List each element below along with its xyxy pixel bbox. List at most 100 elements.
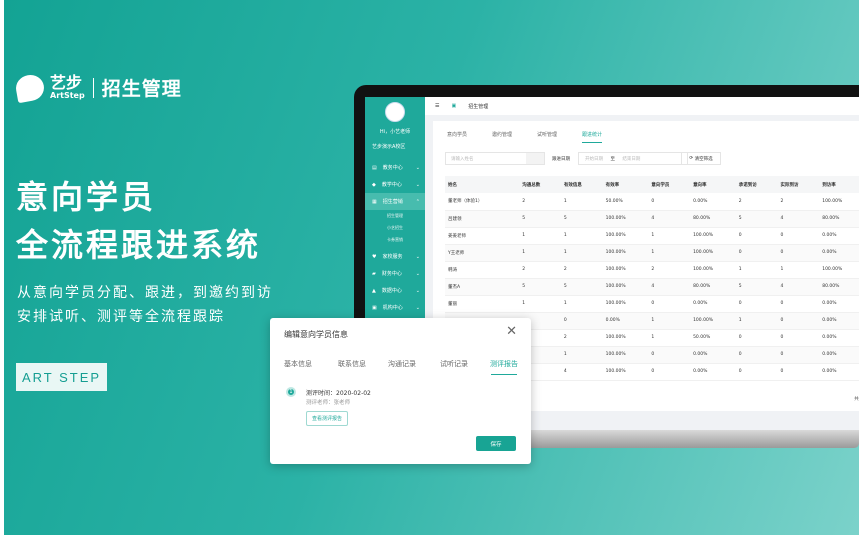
art-step-button[interactable]: ART STEP (16, 363, 107, 391)
sidebar-item[interactable]: ▰ 财务中心 ⌄ (365, 265, 425, 282)
menu-toggle-icon[interactable]: ☰ (435, 103, 439, 109)
date-range-input[interactable]: 开始日期 至 结束日期 (578, 152, 688, 165)
tab[interactable]: 邀约管理 (492, 131, 512, 138)
sidebar-item[interactable]: ◆ 教学中心 ⌄ (365, 176, 425, 193)
sidebar-item[interactable]: ▤ 教务中心 ⌄ (365, 159, 425, 176)
modal-tab[interactable]: 联系信息 (338, 359, 366, 369)
column-header[interactable]: 意向学员 (648, 176, 691, 193)
chevron-down-icon: ⌄ (415, 270, 420, 277)
table-cell: 0 (777, 346, 820, 364)
table-cell: 5 (735, 278, 778, 296)
org-icon: ▣ (372, 304, 377, 311)
hero-line1: 意向学员 (16, 178, 157, 216)
sidebar-item-label: 招生营销 (382, 199, 403, 205)
tab[interactable]: 意向学员 (447, 131, 467, 138)
desc-line1: 从意向学员分配、跟进，到邀约到访 (17, 285, 273, 301)
table-cell: 1 (648, 312, 691, 330)
table-cell: 100.00% (602, 295, 649, 313)
sidebar-item-label: 家校服务 (382, 254, 403, 260)
pagination-total: 共 5 (854, 397, 859, 402)
brand-cn: 艺步 (50, 73, 83, 92)
table-cell: 0.00% (819, 227, 859, 245)
sidebar-item[interactable]: ▣ 机构中心 ⌄ (365, 299, 425, 316)
table-cell: 100.00% (602, 261, 649, 279)
table-row[interactable]: 韩涛 2 2 100.00% 2 100.00% 1 1 100.00% (445, 261, 859, 279)
column-header[interactable]: 意向率 (690, 176, 736, 193)
table-cell: 1 (519, 244, 561, 262)
wallet-icon: ▰ (372, 270, 376, 277)
brand-en: ArtStep (50, 91, 85, 100)
sidebar-subitem[interactable]: 小艺招生 (387, 225, 403, 231)
clear-filter-button[interactable]: ⟳ 清空筛选 (681, 152, 721, 165)
top-bar: ☰ ▣ 招生管理 (425, 97, 859, 115)
table-cell: 1 (648, 329, 691, 347)
eval-teacher: 测评老师：张老师 (306, 400, 351, 406)
table-cell: 80.00% (819, 210, 859, 228)
column-header[interactable]: 有效率 (602, 176, 649, 193)
table-cell: 100.00% (602, 210, 649, 228)
table-row[interactable]: Y王老师 1 1 100.00% 1 100.00% 0 0 0.00% (445, 244, 859, 262)
tab[interactable]: 试听管理 (537, 131, 557, 138)
home-icon: ▣ (451, 103, 457, 109)
table-row[interactable]: 姜姜老师 1 1 100.00% 1 100.00% 0 0 0.00% (445, 227, 859, 245)
table-cell: 1 (735, 261, 778, 279)
table-cell: 0 (735, 227, 778, 245)
table-cell: 100.00% (602, 227, 649, 245)
sidebar-item-label: 教务中心 (382, 165, 403, 171)
table-cell: 0.00% (690, 363, 736, 381)
modal-tab[interactable]: 沟通记录 (388, 359, 416, 369)
campus-select[interactable]: 艺步演示A校区 (372, 143, 405, 150)
sidebar-subitem[interactable]: 卡券营销 (387, 237, 403, 243)
table-cell: 1 (519, 295, 561, 313)
modal-tab[interactable]: 试听记录 (440, 359, 468, 369)
table-cell: 0 (777, 329, 820, 347)
sidebar-item-label: 数据中心 (381, 288, 402, 294)
table-cell: 1 (648, 244, 691, 262)
table-cell: 4 (648, 278, 691, 296)
column-header[interactable]: 姓名 (445, 176, 520, 193)
table-row[interactable]: 董杰A 5 5 100.00% 4 80.00% 5 4 80.00% (445, 278, 859, 296)
search-icon[interactable] (526, 153, 544, 164)
chart-icon: ▲ (372, 287, 376, 294)
search-input[interactable]: 请输入姓名 (445, 152, 545, 165)
table-cell: 0 (777, 312, 820, 330)
column-header[interactable]: 有效信息 (560, 176, 603, 193)
table-cell: 0.00% (690, 295, 736, 313)
table-row[interactable]: 董老师（体验1） 2 1 50.00% 0 0.00% 2 2 100.00% (445, 193, 859, 211)
table-cell: 100.00% (819, 193, 859, 211)
sidebar-item[interactable]: ▲ 数据中心 ⌄ (365, 282, 425, 299)
table-cell: 董丽 (445, 295, 520, 313)
search-placeholder: 请输入姓名 (451, 157, 474, 162)
table-row[interactable]: 吕建领 5 5 100.00% 4 80.00% 5 4 80.00% (445, 210, 859, 228)
column-header[interactable]: 承诺到访 (735, 176, 778, 193)
view-report-button[interactable]: 查看测评报告 (306, 411, 348, 426)
sidebar-subitem[interactable]: 招生管理 (387, 213, 403, 219)
table-cell: 0 (735, 329, 778, 347)
table-cell: 5 (735, 210, 778, 228)
table-cell: 0.00% (819, 244, 859, 262)
timeline-dot: 1 (286, 387, 296, 397)
avatar[interactable] (385, 102, 405, 122)
table-cell: 5 (519, 278, 561, 296)
desc-line2: 安排试听、测评等全流程跟踪 (17, 309, 225, 325)
column-header[interactable]: 到访率 (819, 176, 859, 193)
column-header[interactable]: 实际到访 (777, 176, 820, 193)
table-cell: 0.00% (819, 295, 859, 313)
table-cell: 1 (560, 295, 603, 313)
save-button[interactable]: 保存 (476, 436, 516, 451)
table-cell: 5 (560, 210, 603, 228)
modal-tab[interactable]: 基本信息 (284, 359, 312, 369)
sidebar-item[interactable]: ♥ 家校服务 ⌄ (365, 248, 425, 265)
table-cell: 2 (560, 261, 603, 279)
column-header[interactable]: 沟通总数 (519, 176, 561, 193)
table-cell: 0 (735, 346, 778, 364)
modal-tab[interactable]: 测评报告 (490, 359, 518, 375)
brand-logo: 艺步 ArtStep 招生管理 (13, 72, 182, 103)
date-to: 至 (610, 157, 615, 162)
table-cell: 4 (777, 278, 820, 296)
table-cell: 5 (519, 210, 561, 228)
tab[interactable]: 跟进统计 (582, 131, 603, 143)
sidebar-item[interactable]: ▦ 招生营销 ⌃ (365, 193, 425, 210)
table-row[interactable]: 董丽 1 1 100.00% 0 0.00% 0 0 0.00% (445, 295, 859, 313)
close-icon[interactable]: ✕ (506, 324, 517, 339)
